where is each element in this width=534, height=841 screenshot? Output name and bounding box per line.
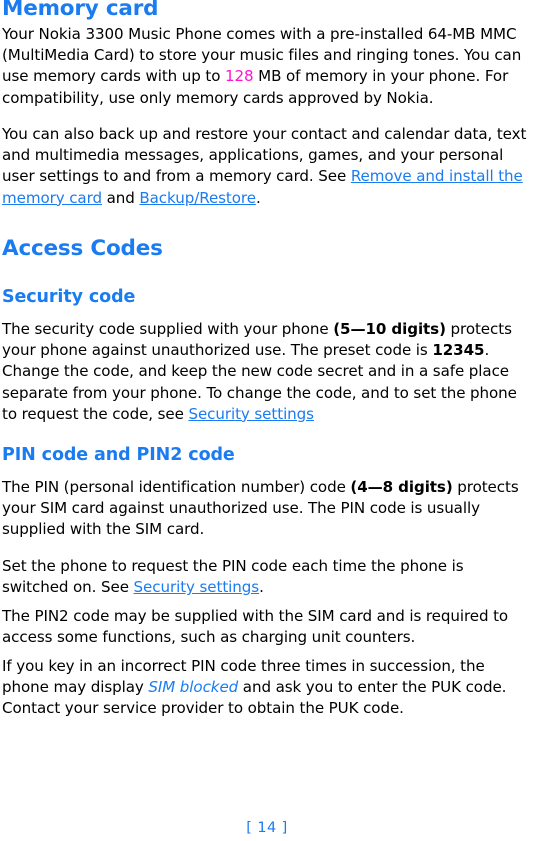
link-security-settings[interactable]: Security settings	[188, 405, 314, 423]
manual-page: Memory card Your Nokia 3300 Music Phone …	[0, 0, 534, 841]
page-number: [ 14 ]	[246, 820, 288, 836]
paragraph-pin-code-3: The PIN2 code may be supplied with the S…	[2, 606, 534, 648]
heading-security-code: Security code	[2, 287, 136, 307]
heading-pin-code-and-pin2-code: PIN code and PIN2 code	[2, 445, 235, 465]
security-code-preset-value: 12345	[432, 341, 485, 360]
paragraph-text: Your Nokia 3300 Music Phone comes with a…	[2, 24, 532, 109]
paragraph-pin-code-4: If you key in an incorrect PIN code thre…	[2, 656, 534, 720]
paragraph-memory-card-1: Your Nokia 3300 Music Phone comes with a…	[2, 24, 532, 109]
paragraph-text: If you key in an incorrect PIN code thre…	[2, 656, 534, 720]
memory-size-highlight: 128	[224, 67, 254, 86]
section-security-code: Security code	[2, 287, 136, 307]
section-access-codes: Access Codes	[2, 236, 163, 261]
paragraph-text-part1: The PIN (personal identification number)…	[2, 478, 351, 496]
paragraph-security-code: The security code supplied with your pho…	[2, 319, 534, 425]
section-pin-code: PIN code and PIN2 code	[2, 445, 235, 465]
heading-access-codes: Access Codes	[2, 236, 163, 261]
paragraph-memory-card-2: You can also back up and restore your co…	[2, 124, 534, 209]
heading-memory-card: Memory card	[2, 0, 159, 21]
paragraph-pin-code-1: The PIN (personal identification number)…	[2, 477, 534, 541]
sim-blocked-message: SIM blocked	[148, 678, 239, 697]
paragraph-text-part3: .	[255, 188, 261, 207]
paragraph-text: The PIN (personal identification number)…	[2, 477, 534, 541]
paragraph-text: The PIN2 code may be supplied with the S…	[2, 607, 509, 647]
security-code-digit-range: (5—10 digits)	[333, 320, 446, 338]
link-security-settings[interactable]: Security settings	[134, 578, 260, 596]
link-backup-restore[interactable]: Backup/Restore	[139, 189, 256, 207]
paragraph-text: Set the phone to request the PIN code ea…	[2, 556, 534, 598]
paragraph-text: You can also back up and restore your co…	[2, 124, 534, 209]
paragraph-text: The security code supplied with your pho…	[2, 319, 534, 425]
paragraph-text-part2: .	[259, 578, 264, 597]
paragraph-pin-code-2: Set the phone to request the PIN code ea…	[2, 556, 534, 598]
pin-code-digit-range: (4—8 digits)	[350, 478, 453, 496]
section-memory-card: Memory card	[2, 0, 159, 21]
paragraph-text-part1: The security code supplied with your pho…	[2, 320, 334, 338]
paragraph-text-part2: and	[101, 188, 140, 207]
